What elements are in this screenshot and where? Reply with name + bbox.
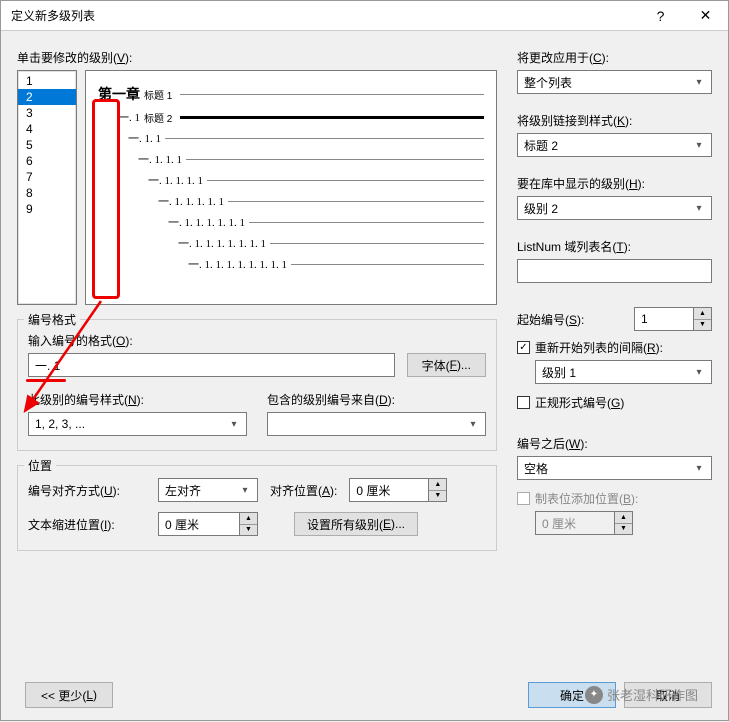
- restart-combo[interactable]: 级别 1▾: [535, 360, 712, 384]
- format-legend: 编号格式: [24, 311, 80, 328]
- numstyle-label: 此级别的编号样式(N):: [28, 391, 247, 408]
- restart-checkbox[interactable]: ✓ 重新开始列表的间隔(R):: [517, 339, 712, 356]
- level-item-6[interactable]: 6: [18, 153, 76, 169]
- gallery-combo[interactable]: 级别 2▾: [517, 196, 712, 220]
- follow-combo[interactable]: 空格▾: [517, 456, 712, 480]
- cancel-button[interactable]: 取消: [624, 682, 712, 708]
- tab-spinner: ▲▼: [535, 511, 712, 535]
- level-item-1[interactable]: 1: [18, 73, 76, 89]
- help-button[interactable]: ?: [638, 1, 683, 31]
- textindent-spinner[interactable]: ▲▼: [158, 512, 258, 536]
- align-combo[interactable]: 左对齐▾: [158, 478, 258, 502]
- preview-row: 一. 1. 1. 1. 1. 1. 1. 1: [98, 235, 484, 251]
- preview-row: 第一章标题 1: [98, 84, 484, 104]
- numstyle-combo[interactable]: 1, 2, 3, ...▾: [28, 412, 247, 436]
- link-combo[interactable]: 标题 2▾: [517, 133, 712, 157]
- tab-checkbox[interactable]: 制表位添加位置(B):: [517, 490, 712, 507]
- level-item-3[interactable]: 3: [18, 105, 76, 121]
- ok-button[interactable]: 确定: [528, 682, 616, 708]
- dialog-title: 定义新多级列表: [11, 7, 95, 24]
- textindent-label: 文本缩进位置(I):: [28, 516, 146, 533]
- listnum-input[interactable]: [517, 259, 712, 283]
- apply-combo[interactable]: 整个列表▾: [517, 70, 712, 94]
- alignat-label: 对齐位置(A):: [270, 482, 337, 499]
- start-spinner[interactable]: ▲▼: [634, 307, 712, 331]
- level-item-8[interactable]: 8: [18, 185, 76, 201]
- preview-row: 一. 1. 1: [98, 130, 484, 146]
- preview-row: 一. 1. 1. 1. 1. 1: [98, 193, 484, 209]
- preview-row: 一. 1. 1. 1: [98, 151, 484, 167]
- level-item-4[interactable]: 4: [18, 121, 76, 137]
- position-legend: 位置: [24, 457, 56, 474]
- legal-checkbox[interactable]: 正规形式编号(G): [517, 394, 712, 411]
- setall-button[interactable]: 设置所有级别(E)...: [294, 512, 418, 536]
- annotation-underline: [26, 379, 66, 382]
- titlebar: 定义新多级列表 ? ✕: [1, 1, 728, 31]
- preview-row: 一. 1. 1. 1. 1. 1. 1: [98, 214, 484, 230]
- apply-label: 将更改应用于(C):: [517, 49, 712, 66]
- preview-pane: 第一章标题 1 一. 1标题 2 一. 1. 1 一. 1. 1. 1 一. 1. 1.…: [85, 70, 497, 305]
- align-label: 编号对齐方式(U):: [28, 482, 146, 499]
- font-button[interactable]: 字体(F)...: [407, 353, 486, 377]
- levels-label: 单击要修改的级别(V):: [17, 49, 497, 66]
- level-item-2[interactable]: 2: [18, 89, 76, 105]
- link-label: 将级别链接到样式(K):: [517, 112, 712, 129]
- preview-row: 一. 1. 1. 1. 1: [98, 172, 484, 188]
- position-group: 位置 编号对齐方式(U): 左对齐▾ 对齐位置(A):: [17, 465, 497, 551]
- format-group: 编号格式 输入编号的格式(O): 字体(F)...: [17, 319, 497, 451]
- preview-row: 一. 1标题 2: [98, 109, 484, 125]
- level-item-9[interactable]: 9: [18, 201, 76, 217]
- gallery-label: 要在库中显示的级别(H):: [517, 175, 712, 192]
- level-list[interactable]: 123456789: [17, 70, 77, 305]
- preview-row: 一. 1. 1. 1. 1. 1. 1. 1. 1: [98, 256, 484, 272]
- close-button[interactable]: ✕: [683, 1, 728, 31]
- format-input[interactable]: [28, 353, 395, 377]
- start-label: 起始编号(S):: [517, 311, 584, 328]
- include-label: 包含的级别编号来自(D):: [267, 391, 486, 408]
- include-combo[interactable]: ▾: [267, 412, 486, 436]
- listnum-label: ListNum 域列表名(T):: [517, 238, 712, 255]
- less-button[interactable]: << 更少(L): [25, 682, 113, 708]
- level-item-7[interactable]: 7: [18, 169, 76, 185]
- alignat-spinner[interactable]: ▲▼: [349, 478, 447, 502]
- level-item-5[interactable]: 5: [18, 137, 76, 153]
- format-label: 输入编号的格式(O):: [28, 332, 486, 349]
- follow-label: 编号之后(W):: [517, 435, 712, 452]
